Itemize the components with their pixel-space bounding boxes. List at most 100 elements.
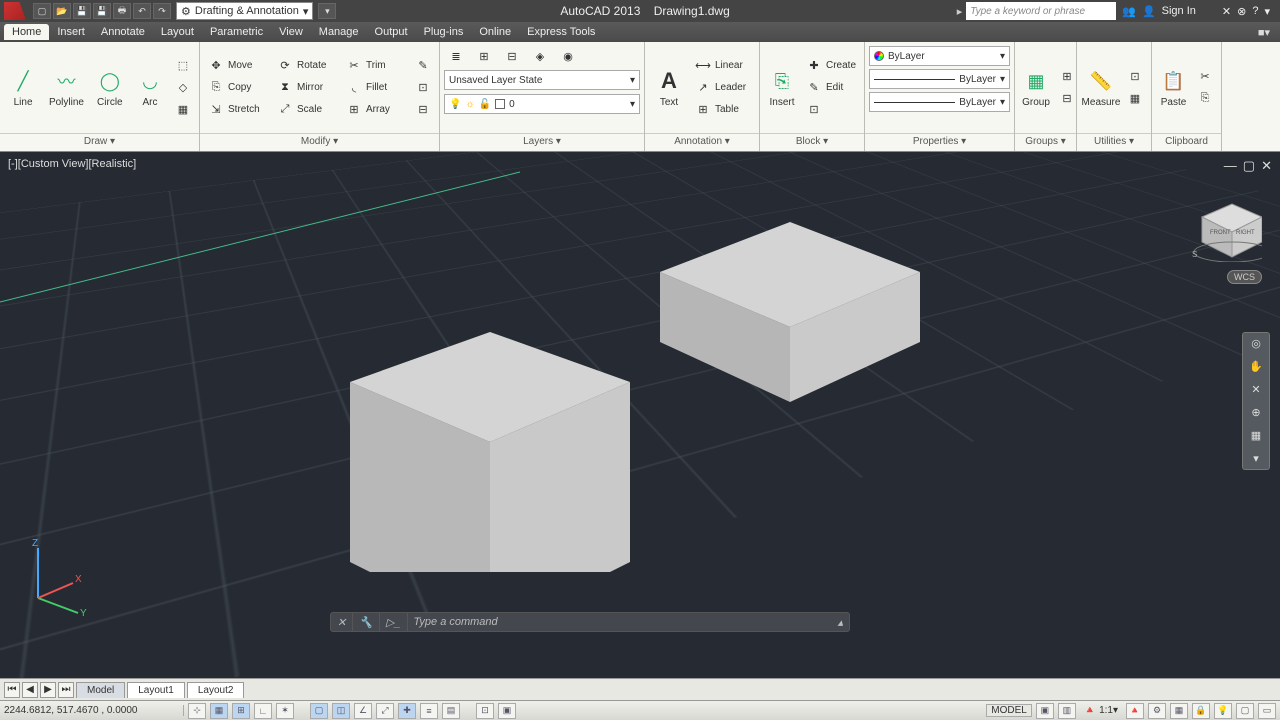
- help-icon[interactable]: ?: [1252, 5, 1258, 17]
- tab-prev[interactable]: ◀: [22, 682, 38, 698]
- linear-button[interactable]: ⟷Linear: [691, 56, 750, 76]
- draw-extra1[interactable]: ⬚: [171, 56, 195, 76]
- tab-insert[interactable]: Insert: [49, 24, 93, 40]
- trim-button[interactable]: ✂Trim: [342, 56, 409, 76]
- panel-utilities-title[interactable]: Utilities ▾: [1077, 133, 1151, 151]
- osnap-btn[interactable]: ▢: [310, 703, 328, 719]
- group-extra2[interactable]: ⊟: [1055, 89, 1079, 109]
- modify-extra1[interactable]: ✎: [411, 56, 435, 76]
- panel-clipboard-title[interactable]: Clipboard: [1152, 133, 1221, 151]
- title-chevron[interactable]: ▾: [1264, 5, 1270, 18]
- vp-close[interactable]: ✕: [1261, 158, 1272, 174]
- tab-layout1[interactable]: Layout1: [127, 682, 185, 698]
- paste-button[interactable]: 📋Paste: [1156, 65, 1191, 110]
- qat-dropdown[interactable]: ▾: [318, 3, 336, 19]
- status-b5[interactable]: 🔒: [1192, 703, 1210, 719]
- modify-extra3[interactable]: ⊟: [411, 100, 435, 120]
- status-b6[interactable]: 💡: [1214, 703, 1232, 719]
- sc-btn[interactable]: ▣: [498, 703, 516, 719]
- model-toggle[interactable]: MODEL: [986, 704, 1032, 717]
- anno-scale[interactable]: 🔺 1:1▾: [1080, 705, 1122, 716]
- ortho-btn[interactable]: ∟: [254, 703, 272, 719]
- group-extra1[interactable]: ⊞: [1055, 67, 1079, 87]
- cmd-close-icon[interactable]: ✕: [331, 613, 353, 631]
- exchange2-icon[interactable]: ⊗: [1237, 5, 1246, 18]
- exchange-icon[interactable]: ✕: [1222, 5, 1231, 18]
- cmd-settings-icon[interactable]: 🔧: [353, 613, 380, 631]
- mirror-button[interactable]: ⧗Mirror: [273, 78, 340, 98]
- ducs-btn[interactable]: ⤢: [376, 703, 394, 719]
- panel-layers-title[interactable]: Layers ▾: [440, 133, 644, 151]
- line-button[interactable]: ╱Line: [4, 65, 42, 110]
- tab-layout2[interactable]: Layout2: [187, 682, 245, 698]
- tab-layout[interactable]: Layout: [153, 24, 202, 40]
- block-extra[interactable]: ⊡: [802, 100, 860, 120]
- qat-open[interactable]: 📂: [53, 3, 71, 19]
- panel-draw-title[interactable]: Draw ▾: [0, 133, 199, 151]
- viewcube[interactable]: FRONT RIGHT S E: [1182, 192, 1262, 262]
- layer-prop-button[interactable]: ≣: [444, 46, 468, 66]
- fillet-button[interactable]: ◟Fillet: [342, 78, 409, 98]
- qat-undo[interactable]: ↶: [133, 3, 151, 19]
- snap-btn[interactable]: ▦: [210, 703, 228, 719]
- layer-state-dropdown[interactable]: Unsaved Layer State▾: [444, 70, 640, 90]
- leader-button[interactable]: ↗Leader: [691, 78, 750, 98]
- tab-first[interactable]: ⏮: [4, 682, 20, 698]
- infer-btn[interactable]: ⊹: [188, 703, 206, 719]
- nav-chevron[interactable]: ▾: [1253, 452, 1259, 465]
- tpy-btn[interactable]: ▤: [442, 703, 460, 719]
- tab-annotate[interactable]: Annotate: [93, 24, 153, 40]
- tab-plugins[interactable]: Plug-ins: [416, 24, 472, 40]
- cleanscreen-btn[interactable]: ▭: [1258, 703, 1276, 719]
- qat-redo[interactable]: ↷: [153, 3, 171, 19]
- lwt-btn[interactable]: ≡: [420, 703, 438, 719]
- util-extra2[interactable]: ▦: [1123, 89, 1147, 109]
- layer-btn3[interactable]: ⊟: [500, 46, 524, 66]
- status-b7[interactable]: ▢: [1236, 703, 1254, 719]
- tab-manage[interactable]: Manage: [311, 24, 367, 40]
- create-button[interactable]: ✚Create: [802, 56, 860, 76]
- group-button[interactable]: ▦Group: [1019, 65, 1053, 110]
- layer-current-dropdown[interactable]: 💡 ☼ 🔓 0▾: [444, 94, 640, 114]
- ucs-icon[interactable]: Z Y X: [18, 538, 98, 618]
- search-chevron-icon[interactable]: ▸: [957, 5, 963, 18]
- circle-button[interactable]: ◯Circle: [91, 65, 129, 110]
- status-b2[interactable]: ▥: [1058, 703, 1076, 719]
- status-b4[interactable]: ▦: [1170, 703, 1188, 719]
- lweight-dropdown[interactable]: ByLayer▾: [869, 69, 1010, 89]
- showmotion-icon[interactable]: ▦: [1251, 429, 1261, 442]
- pan-icon[interactable]: ✋: [1249, 360, 1263, 373]
- grid-btn[interactable]: ⊞: [232, 703, 250, 719]
- color-dropdown[interactable]: ByLayer▾: [869, 46, 1010, 66]
- table-button[interactable]: ⊞Table: [691, 100, 750, 120]
- orbit-icon[interactable]: ⊕: [1251, 406, 1260, 419]
- ltype-dropdown[interactable]: ByLayer▾: [869, 92, 1010, 112]
- rotate-button[interactable]: ⟳Rotate: [273, 56, 340, 76]
- qat-save[interactable]: 💾: [73, 3, 91, 19]
- tab-view[interactable]: View: [271, 24, 311, 40]
- qat-new[interactable]: ▢: [33, 3, 51, 19]
- panel-properties-title[interactable]: Properties ▾: [865, 133, 1014, 151]
- layer-btn2[interactable]: ⊞: [472, 46, 496, 66]
- scale-button[interactable]: ⤢Scale: [273, 100, 340, 120]
- signin-label[interactable]: Sign In: [1162, 5, 1196, 17]
- search-input[interactable]: Type a keyword or phrase: [966, 2, 1116, 20]
- app-logo[interactable]: [4, 2, 26, 20]
- panel-block-title[interactable]: Block ▾: [760, 133, 864, 151]
- panel-annotation-title[interactable]: Annotation ▾: [645, 133, 759, 151]
- viewport[interactable]: [-][Custom View][Realistic] — ▢ ✕ FRONT …: [0, 152, 1280, 678]
- layer-btn4[interactable]: ◈: [528, 46, 552, 66]
- clip-extra1[interactable]: ✂: [1193, 67, 1217, 87]
- arc-button[interactable]: ◡Arc: [131, 65, 169, 110]
- view-label[interactable]: [-][Custom View][Realistic]: [8, 158, 136, 170]
- qat-saveas[interactable]: 💾: [93, 3, 111, 19]
- account-icon[interactable]: 👥: [1122, 5, 1136, 18]
- cube-right[interactable]: [640, 172, 940, 412]
- insert-button[interactable]: ⎘Insert: [764, 65, 800, 110]
- stretch-button[interactable]: ⇲Stretch: [204, 100, 271, 120]
- qat-print[interactable]: 🖶: [113, 3, 131, 19]
- wcs-badge[interactable]: WCS: [1227, 270, 1262, 284]
- zoom-icon[interactable]: ✕: [1251, 383, 1260, 396]
- status-b3[interactable]: 🔺: [1126, 703, 1144, 719]
- cmd-expand-icon[interactable]: ▴: [831, 613, 849, 631]
